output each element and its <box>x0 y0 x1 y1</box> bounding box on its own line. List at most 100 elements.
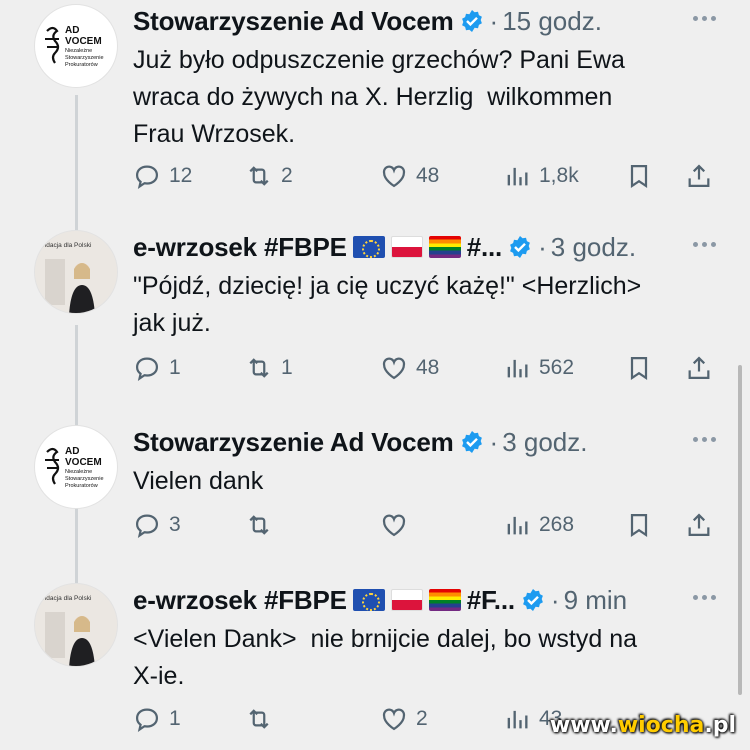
tweet-text: <Vielen Dank> nie brnijcie dalej, bo wst… <box>133 625 638 690</box>
ad-vocem-logo: AD VOCEM Niezależne Stowarzyszenie Proku… <box>45 25 104 68</box>
repost-button[interactable] <box>245 705 281 733</box>
eu-flag-icon <box>352 589 385 611</box>
views-count: 268 <box>539 513 575 536</box>
tweet-header: e-wrzosek #FBPE #F... · 9 min <box>133 583 627 617</box>
like-button[interactable] <box>380 511 416 539</box>
reply-button[interactable]: 3 <box>133 511 181 539</box>
separator-dot: · <box>489 5 499 36</box>
views-button[interactable]: 268 <box>503 511 574 539</box>
like-button[interactable]: 48 <box>380 354 439 382</box>
tweet-thread: AD VOCEM Niezależne Stowarzyszenie Proku… <box>0 0 750 750</box>
thread-connector <box>75 505 78 590</box>
svg-text:Prokuratorów: Prokuratorów <box>65 62 98 68</box>
svg-text:AD: AD <box>65 25 79 36</box>
verified-icon <box>522 589 543 611</box>
avatar[interactable]: AD VOCEM Niezależne Stowarzyszenie Proku… <box>34 425 118 509</box>
scrollbar[interactable] <box>738 365 742 695</box>
like-icon <box>382 708 406 731</box>
share-button[interactable] <box>685 354 713 382</box>
action-bar: 12 2 48 1,8k <box>133 162 723 192</box>
separator-dot: · <box>489 426 499 457</box>
like-icon <box>382 514 406 537</box>
reply-icon <box>135 165 159 189</box>
views-button[interactable]: 1,8k <box>503 162 579 190</box>
separator-dot: · <box>538 231 547 262</box>
repost-button[interactable] <box>245 511 281 539</box>
timestamp[interactable]: 9 min <box>564 585 628 616</box>
like-button[interactable]: 2 <box>380 705 428 733</box>
views-count: 1,8k <box>539 164 579 187</box>
svg-text:Niezależne: Niezależne <box>65 469 92 475</box>
like-icon <box>382 165 406 188</box>
views-icon <box>507 710 528 729</box>
repost-icon <box>249 358 269 378</box>
bookmark-icon <box>630 164 648 188</box>
svg-text:undacja dla Polski: undacja dla Polski <box>39 242 91 249</box>
avatar[interactable]: AD VOCEM Niezależne Stowarzyszenie Proku… <box>34 4 118 88</box>
svg-text:undacja dla Polski: undacja dla Polski <box>39 595 91 602</box>
action-bar: 3 268 <box>133 511 723 541</box>
reply-button[interactable]: 1 <box>133 705 181 733</box>
more-icon[interactable] <box>693 437 716 442</box>
watermark: www.wiocha.pl <box>549 713 736 738</box>
svg-text:Niezależne: Niezależne <box>65 48 92 54</box>
svg-text:Prokuratorów: Prokuratorów <box>65 483 98 489</box>
bookmark-button[interactable] <box>625 354 653 382</box>
reply-count: 1 <box>169 707 181 730</box>
reply-icon <box>135 514 159 538</box>
share-button[interactable] <box>685 162 713 190</box>
tweet-text: Vielen dank <box>133 467 264 495</box>
timestamp[interactable]: 15 godz. <box>502 6 602 37</box>
bookmark-button[interactable] <box>625 511 653 539</box>
author-name-suffix: #F... <box>466 584 515 615</box>
timestamp[interactable]: 3 godz. <box>502 427 587 458</box>
poland-flag-icon <box>390 589 423 611</box>
tweet-text: "Pójdź, dziecię! ja cię uczyć każę!" <He… <box>133 272 642 337</box>
reply-icon <box>135 708 159 732</box>
reply-icon <box>135 357 159 381</box>
svg-text:VOCEM: VOCEM <box>65 36 102 47</box>
share-icon <box>688 513 710 537</box>
more-icon[interactable] <box>693 595 716 600</box>
author-name[interactable]: e-wrzosek #FBPE <box>133 232 347 263</box>
author-name[interactable]: Stowarzyszenie Ad Vocem <box>133 427 454 458</box>
reply-count: 3 <box>169 513 181 536</box>
reply-count: 12 <box>169 164 193 187</box>
avatar[interactable]: undacja dla Polski <box>34 230 118 314</box>
tweet-header: Stowarzyszenie Ad Vocem · 3 godz. <box>133 425 587 459</box>
ad-vocem-logo: AD VOCEM Niezależne Stowarzyszenie Proku… <box>45 446 104 489</box>
views-button[interactable]: 562 <box>503 354 574 382</box>
reply-button[interactable]: 1 <box>133 354 181 382</box>
like-count: 2 <box>416 707 428 730</box>
author-name[interactable]: Stowarzyszenie Ad Vocem <box>133 6 454 37</box>
avatar[interactable]: undacja dla Polski <box>34 583 118 667</box>
bookmark-icon <box>630 356 648 380</box>
thread-connector <box>75 325 78 430</box>
repost-icon <box>249 166 269 186</box>
reply-button[interactable]: 12 <box>133 162 192 190</box>
timestamp[interactable]: 3 godz. <box>551 232 636 263</box>
more-icon[interactable] <box>693 242 716 247</box>
like-button[interactable]: 48 <box>380 162 439 190</box>
more-icon[interactable] <box>693 16 716 21</box>
repost-button[interactable]: 1 <box>245 354 293 382</box>
profile-photo: undacja dla Polski <box>35 584 117 666</box>
author-name[interactable]: e-wrzosek #FBPE <box>133 585 347 616</box>
thread-connector <box>75 95 78 240</box>
repost-icon <box>249 515 269 535</box>
share-button[interactable] <box>685 511 713 539</box>
verified-icon <box>461 431 482 453</box>
eu-flag-icon <box>352 236 385 258</box>
like-icon <box>382 357 406 380</box>
like-count: 48 <box>416 356 440 379</box>
poland-flag-icon <box>390 236 423 258</box>
repost-button[interactable]: 2 <box>245 162 293 190</box>
share-icon <box>688 356 710 380</box>
rainbow-flag-icon <box>428 589 461 611</box>
verified-icon <box>461 10 482 32</box>
repost-count: 1 <box>281 356 293 379</box>
bookmark-button[interactable] <box>625 162 653 190</box>
views-icon <box>507 516 528 535</box>
svg-text:Stowarzyszenie: Stowarzyszenie <box>65 476 104 482</box>
views-icon <box>507 359 528 378</box>
